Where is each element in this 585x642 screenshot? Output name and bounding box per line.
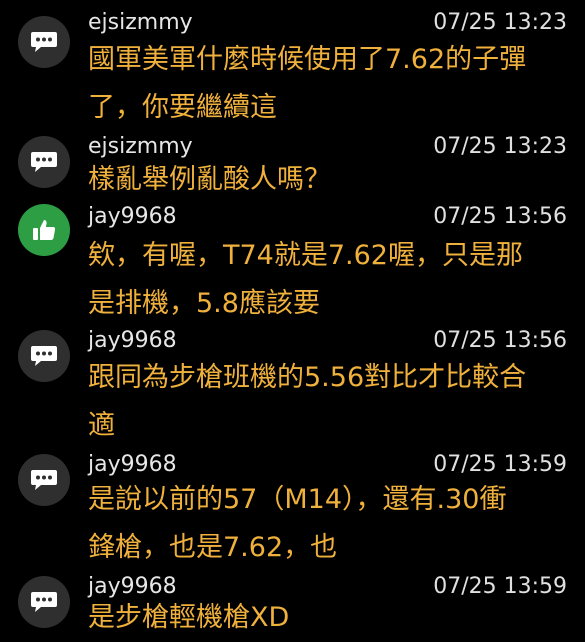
chat-bubble-icon — [18, 454, 70, 506]
comment-text: 跟同為步槍班機的5.56對比才比較合 適 — [88, 362, 527, 441]
chat-bubble-icon — [18, 136, 70, 188]
comment-timestamp: 07/25 13:56 — [433, 328, 567, 353]
comment-text: 欸，有喔，T74就是7.62喔，只是那 是排機，5.8應該要 — [88, 240, 523, 319]
comment-username[interactable]: jay9968 — [88, 452, 177, 478]
chat-bubble-icon — [18, 330, 70, 382]
comment-text: 是步槍輕機槍XD — [88, 602, 290, 633]
thumbs-up-icon — [18, 204, 70, 256]
chat-bubble-icon — [18, 576, 70, 628]
comment-timestamp: 07/25 13:59 — [433, 452, 567, 477]
comment-timestamp: 07/25 13:23 — [433, 10, 567, 35]
comment-timestamp: 07/25 13:56 — [433, 204, 567, 229]
comment-username[interactable]: jay9968 — [88, 328, 177, 354]
comment-text: 國軍美軍什麼時候使用了7.62的子彈 了，你要繼續這 — [88, 44, 527, 123]
comment-text: 是說以前的57（M14），還有.30衝 鋒槍，也是7.62，也 — [88, 484, 507, 563]
comment-username[interactable]: jay9968 — [88, 204, 177, 230]
chat-bubble-icon — [18, 16, 70, 68]
comment-text: 樣亂舉例亂酸人嗎？ — [88, 164, 331, 195]
comment-username[interactable]: ejsizmmy — [88, 10, 193, 36]
